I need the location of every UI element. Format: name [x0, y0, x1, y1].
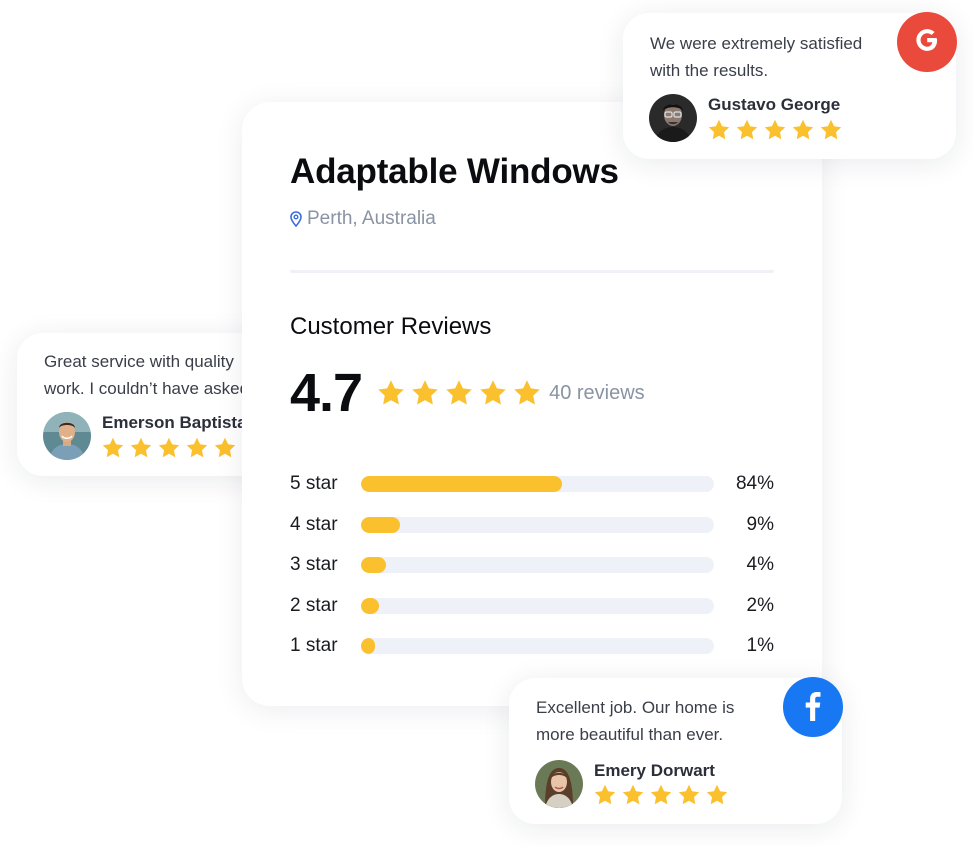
star-icon — [705, 783, 729, 807]
distribution-row-2: 2 star 2% — [290, 586, 774, 627]
facebook-badge — [783, 677, 843, 737]
distribution-label: 3 star — [290, 554, 338, 576]
distribution-label: 1 star — [290, 635, 338, 657]
business-review-card: Adaptable Windows Perth, Australia Custo… — [242, 102, 822, 706]
star-icon — [376, 378, 406, 408]
star-icon — [649, 783, 673, 807]
testimonial-text-line: work. I couldn’t have asked — [44, 379, 250, 398]
distribution-bar-track — [361, 516, 714, 533]
testimonial-text-line: more beautiful than ever. — [536, 725, 724, 744]
distribution-bar-fill — [361, 557, 386, 574]
star-icon — [157, 436, 181, 460]
star-icon — [707, 118, 731, 142]
distribution-bar-fill — [361, 638, 376, 655]
distribution-percent: 9% — [746, 513, 774, 535]
star-icon — [444, 378, 474, 408]
reviewer-name: Gustavo George — [708, 95, 841, 114]
distribution-bar-fill — [361, 476, 563, 493]
distribution-percent: 84% — [735, 473, 774, 495]
reviews-heading: Customer Reviews — [290, 313, 492, 340]
testimonial-text-line: We were extremely satisfied — [650, 34, 863, 53]
avatar-emery — [535, 760, 583, 808]
distribution-bar-track — [361, 638, 714, 655]
star-icon — [213, 436, 237, 460]
distribution-percent: 2% — [746, 594, 774, 616]
star-icon — [593, 783, 617, 807]
star-icon — [621, 783, 645, 807]
distribution-bar-track — [361, 476, 714, 493]
location-pin-icon — [290, 211, 302, 227]
star-icon — [763, 118, 787, 142]
distribution-bar-fill — [361, 516, 400, 533]
distribution-row-5: 5 star 84% — [290, 464, 774, 505]
star-icon — [677, 783, 701, 807]
distribution-percent: 4% — [746, 554, 774, 576]
testimonial-text-line: Great service with quality — [44, 352, 234, 371]
avatar-emerson — [43, 412, 91, 460]
distribution-percent: 1% — [746, 635, 774, 657]
location-text: Perth, Australia — [307, 208, 436, 229]
testimonial-text: We were extremely satisfied with the res… — [650, 30, 862, 84]
star-icon — [819, 118, 843, 142]
reviewer-name: Emerson Baptista — [102, 413, 247, 432]
business-location: Perth, Australia — [290, 208, 436, 230]
avatar-gustavo — [649, 94, 697, 142]
rating-summary: 4.7 40 reviews — [290, 366, 645, 420]
star-icon — [101, 436, 125, 460]
review-count: 40 reviews — [549, 381, 645, 404]
divider — [290, 270, 774, 273]
star-icon — [410, 378, 440, 408]
reviewer-stars — [707, 118, 843, 142]
distribution-row-1: 1 star 1% — [290, 626, 774, 667]
testimonial-text: Excellent job. Our home is more beautifu… — [536, 694, 734, 748]
distribution-row-3: 3 star 4% — [290, 545, 774, 586]
distribution-bar-fill — [361, 597, 379, 614]
google-badge — [897, 12, 957, 72]
facebook-icon — [798, 688, 828, 727]
testimonial-text-line: Excellent job. Our home is — [536, 698, 735, 717]
average-rating-stars — [376, 378, 542, 408]
reviewer-stars — [593, 783, 729, 807]
star-icon — [185, 436, 209, 460]
star-icon — [129, 436, 153, 460]
reviewer-name: Emery Dorwart — [594, 761, 715, 780]
reviews-showcase: Great service with quality work. I could… — [0, 0, 974, 846]
testimonial-text: Great service with quality work. I could… — [44, 348, 249, 402]
average-rating: 4.7 — [290, 363, 363, 423]
star-icon — [478, 378, 508, 408]
distribution-bar-track — [361, 597, 714, 614]
distribution-label: 5 star — [290, 473, 338, 495]
rating-distribution: 5 star 84% 4 star 9% 3 star 4% 2 star 2%… — [290, 464, 774, 667]
distribution-bar-track — [361, 557, 714, 574]
star-icon — [735, 118, 759, 142]
distribution-row-4: 4 star 9% — [290, 505, 774, 546]
business-name: Adaptable Windows — [290, 152, 619, 191]
distribution-label: 4 star — [290, 513, 338, 535]
star-icon — [512, 378, 542, 408]
star-icon — [791, 118, 815, 142]
google-icon — [912, 25, 942, 60]
testimonial-text-line: with the results. — [650, 61, 769, 80]
reviewer-stars — [101, 436, 237, 460]
distribution-label: 2 star — [290, 594, 338, 616]
